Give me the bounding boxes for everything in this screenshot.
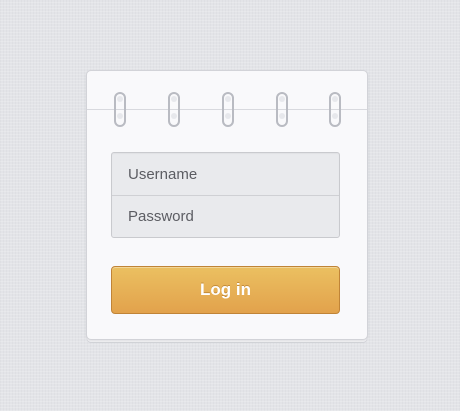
login-notepad-card: Username Password Log in (86, 70, 368, 340)
login-button-label: Log in (200, 280, 251, 299)
spiral-ring-icon (222, 92, 234, 127)
password-input[interactable]: Password (112, 195, 339, 237)
spiral-ring-icon (168, 92, 180, 127)
spiral-ring-icon (276, 92, 288, 127)
spiral-ring-icon (114, 92, 126, 127)
username-input[interactable]: Username (112, 153, 339, 195)
password-placeholder: Password (128, 208, 194, 225)
login-button[interactable]: Log in (111, 266, 340, 314)
spiral-ring-icon (329, 92, 341, 127)
username-placeholder: Username (128, 165, 198, 183)
credentials-field-group: Username Password (111, 152, 340, 238)
